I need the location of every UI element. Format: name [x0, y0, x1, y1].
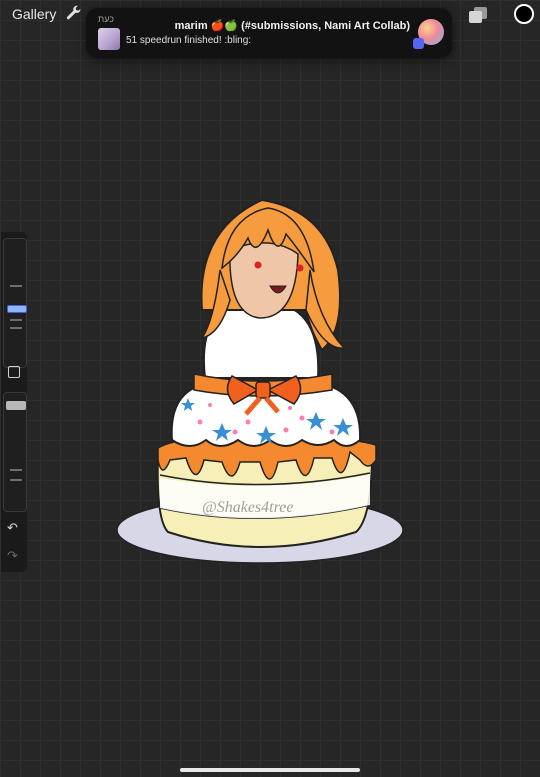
left-sidebar: ↶ ↷	[1, 232, 27, 572]
slider-tick	[10, 285, 22, 287]
square-icon[interactable]	[8, 366, 20, 378]
notification-thumbnail	[98, 28, 120, 50]
layers-icon[interactable]	[468, 6, 488, 24]
color-swatch[interactable]	[514, 4, 534, 24]
watermark-signature: @Shakes4tree	[202, 499, 293, 516]
brush-size-thumb[interactable]	[7, 305, 27, 313]
notification-app-name: כעת	[98, 14, 115, 24]
notification-title: marim 🍎🍏 (#submissions, Nami Art Collab)	[174, 20, 410, 32]
discord-icon	[413, 38, 424, 49]
slider-tick	[10, 479, 22, 481]
slider-tick	[10, 469, 22, 471]
notification-banner[interactable]: כעת marim 🍎🍏 (#submissions, Nami Art Col…	[86, 8, 452, 58]
notification-body: 51 speedrun finished! :bling:	[126, 35, 252, 46]
brush-size-slider[interactable]	[3, 238, 27, 368]
wrench-icon[interactable]	[64, 5, 82, 23]
undo-icon[interactable]: ↶	[7, 520, 18, 536]
opacity-slider[interactable]	[3, 392, 27, 512]
opacity-thumb[interactable]	[6, 401, 26, 410]
slider-tick	[10, 319, 22, 321]
artwork-canvas: @Shakes4tree	[116, 198, 404, 564]
gallery-button[interactable]: Gallery	[12, 6, 56, 22]
home-indicator[interactable]	[180, 768, 360, 772]
slider-tick	[10, 327, 22, 329]
redo-icon[interactable]: ↷	[7, 548, 18, 564]
